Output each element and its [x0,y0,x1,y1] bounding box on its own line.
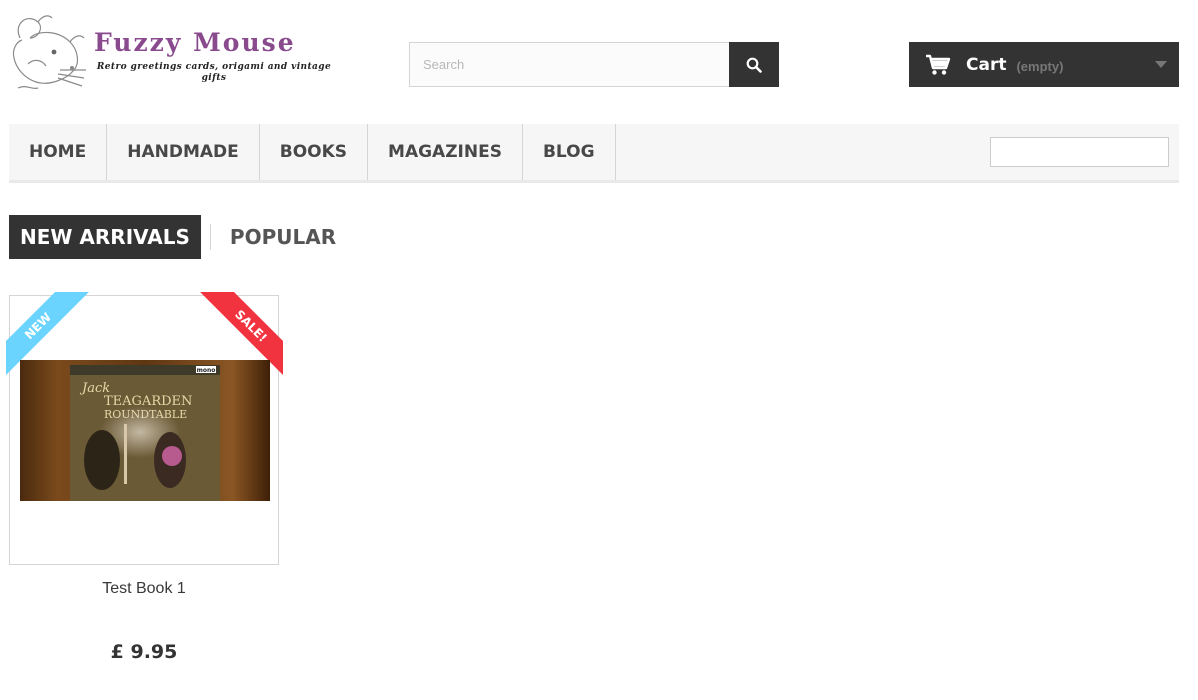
menu-item-magazines[interactable]: MAGAZINES [368,124,523,180]
tab-popular[interactable]: POPULAR [211,215,355,259]
main-menu: HOME HANDMADE BOOKS MAGAZINES BLOG [9,124,1179,183]
shopping-cart-icon [926,54,951,75]
product-tabs: NEW ARRIVALS POPULAR [9,215,355,259]
menu-item-blog[interactable]: BLOG [523,124,616,180]
search-button[interactable] [729,42,779,87]
product-price: £ 9.95 [110,641,178,663]
cart-status: (empty) [1016,58,1064,74]
product-card[interactable]: NEW SALE! mono Jack TEAGARDEN ROUNDTABLE [6,292,283,565]
tab-new-arrivals[interactable]: NEW ARRIVALS [9,215,201,259]
cart-label: Cart [966,54,1007,75]
search-icon [746,57,762,73]
menu-item-books[interactable]: BOOKS [260,124,369,180]
cart-button[interactable]: Cart (empty) [909,42,1179,87]
search-input[interactable] [409,42,729,87]
record-label-mono: mono [197,367,216,374]
store-logo[interactable]: Fuzzy Mouse Retro greetings cards, origa… [8,8,331,98]
menu-item-handmade[interactable]: HANDMADE [107,124,260,180]
logo-tagline: Retro greetings cards, origami and vinta… [96,62,332,83]
menu-search-input[interactable] [990,137,1169,167]
product-image[interactable]: mono Jack TEAGARDEN ROUNDTABLE [20,360,270,501]
logo-title: Fuzzy Mouse [94,28,296,57]
menu-item-home[interactable]: HOME [9,124,108,180]
product-name-link[interactable]: Test Book 1 [9,580,279,598]
mouse-logo-icon [12,15,86,90]
caret-down-icon [1155,61,1167,68]
search-bar [409,42,779,87]
